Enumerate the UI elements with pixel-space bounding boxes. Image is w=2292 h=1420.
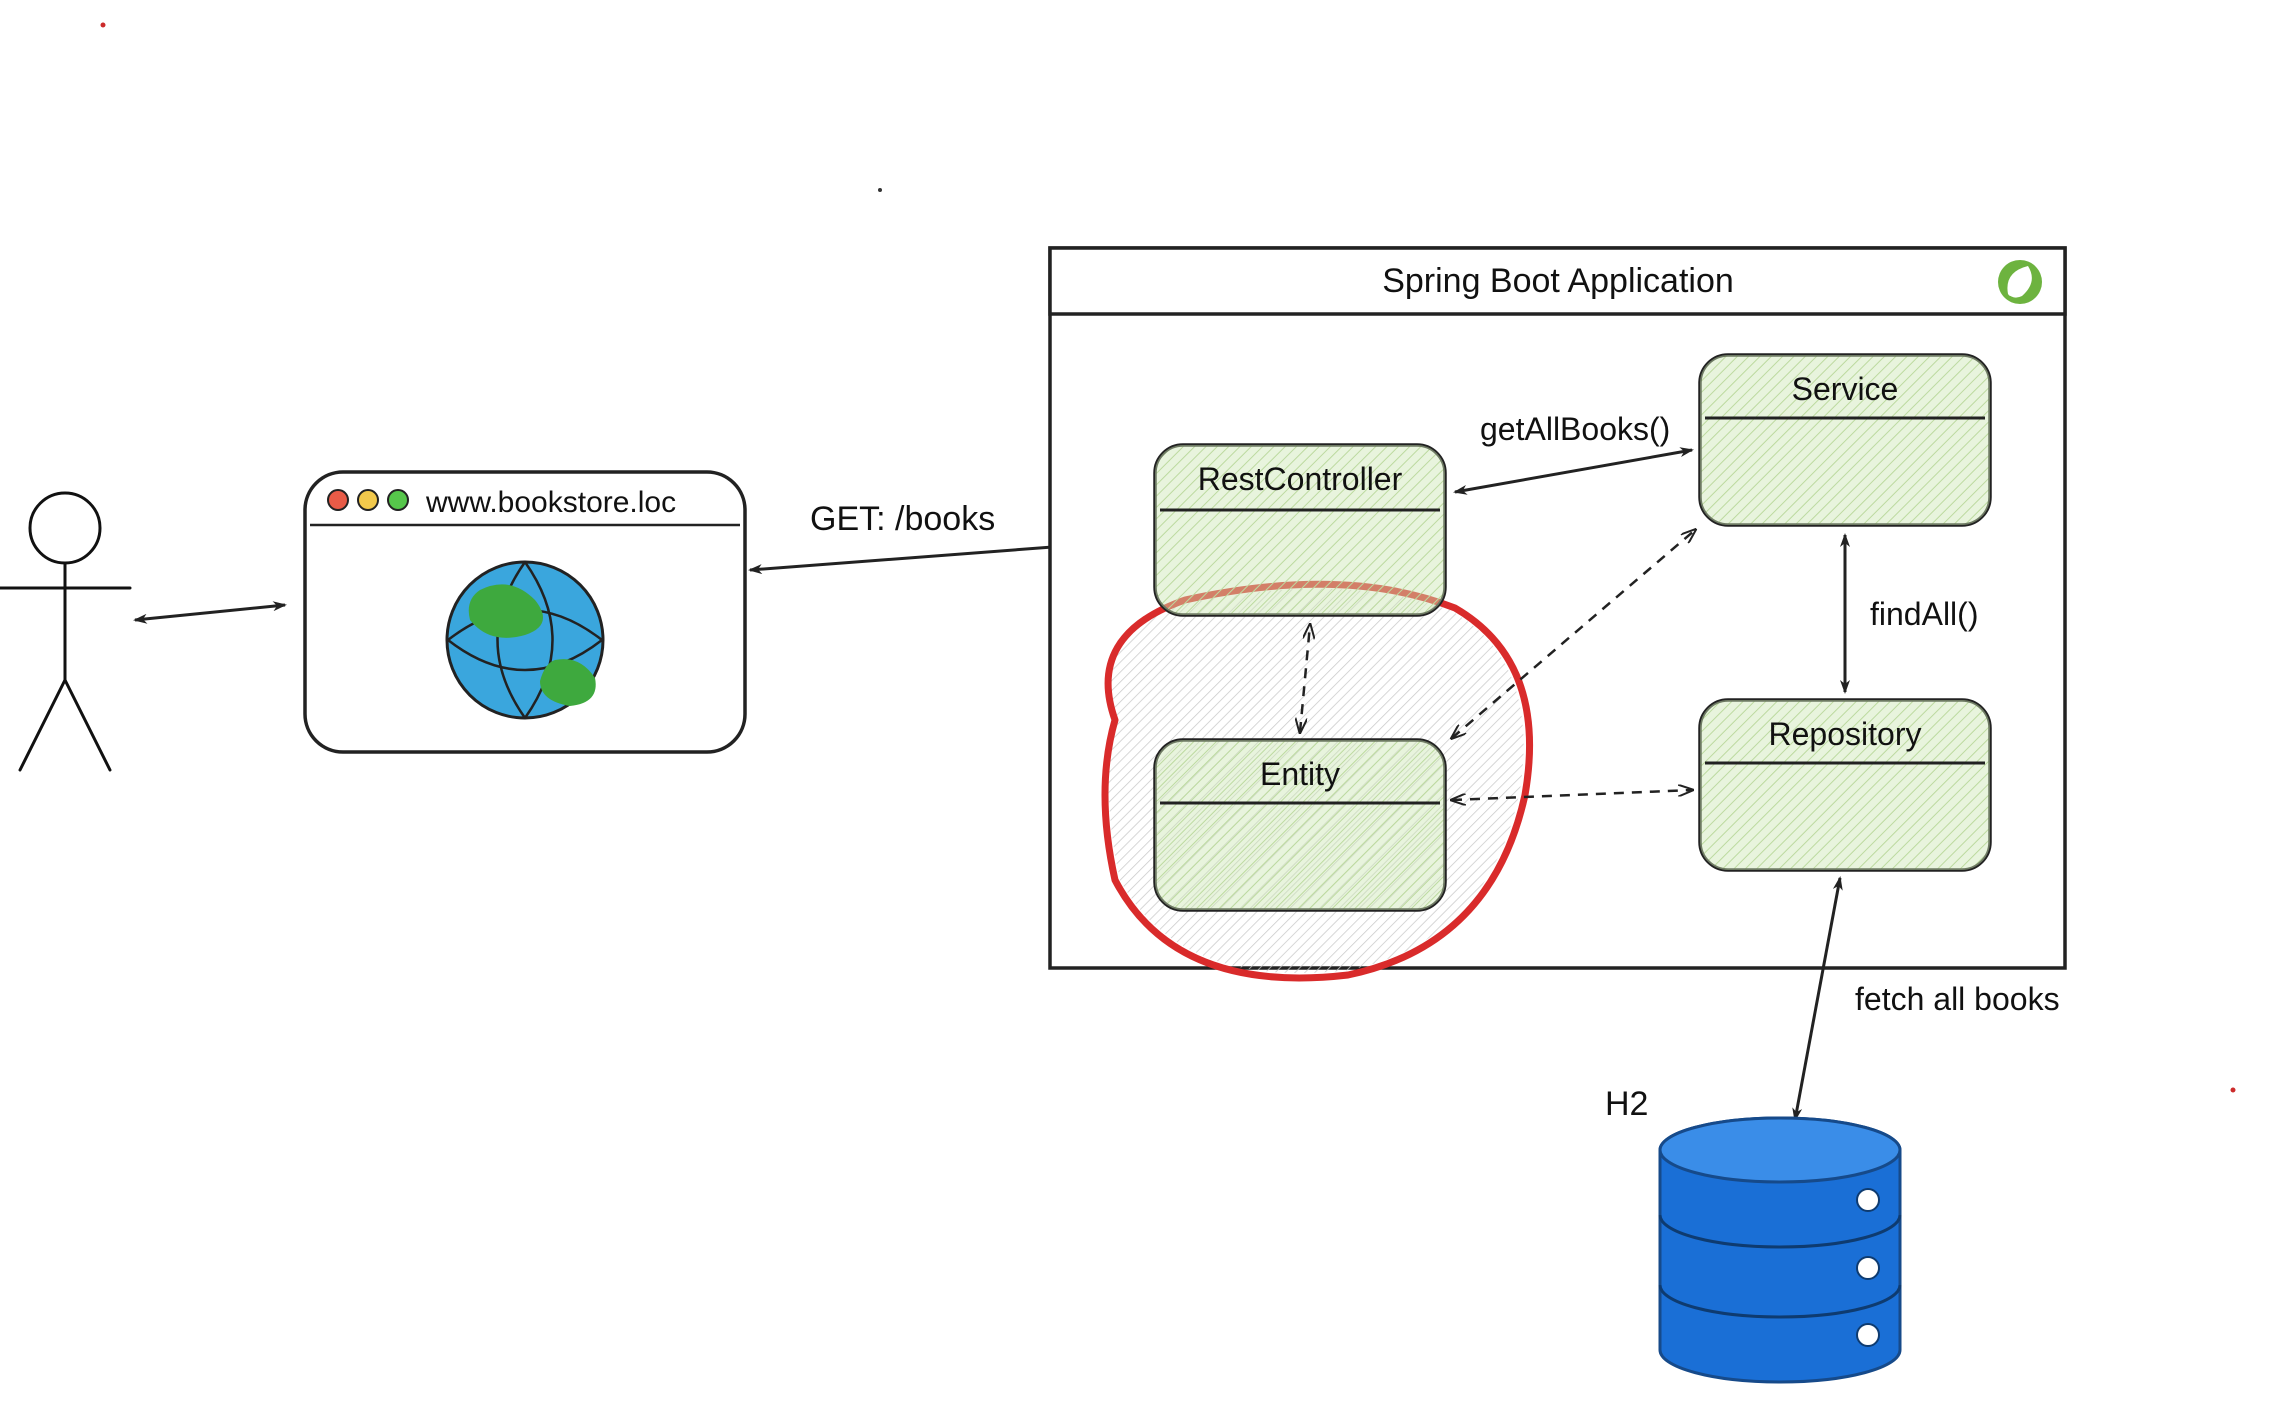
service-label: Service bbox=[1792, 371, 1899, 407]
window-minimize-icon bbox=[358, 490, 378, 510]
user-actor-icon bbox=[0, 493, 130, 770]
database-icon bbox=[1660, 1118, 1900, 1382]
entity-box: Entity bbox=[1155, 740, 1445, 910]
user-browser-arrow bbox=[135, 605, 285, 620]
repository-label: Repository bbox=[1769, 716, 1922, 752]
repository-box: Repository bbox=[1700, 700, 1990, 870]
window-close-icon bbox=[328, 490, 348, 510]
browser-window: www.bookstore.loc bbox=[305, 472, 745, 752]
entity-label: Entity bbox=[1260, 756, 1340, 792]
globe-icon bbox=[447, 562, 603, 718]
browser-url: www.bookstore.loc bbox=[425, 486, 676, 519]
database-label: H2 bbox=[1605, 1085, 1648, 1123]
app-container-title: Spring Boot Application bbox=[1382, 262, 1734, 300]
service-box: Service bbox=[1700, 355, 1990, 525]
rest-controller-label: RestController bbox=[1198, 461, 1403, 497]
rest-controller-box: RestController bbox=[1155, 445, 1445, 615]
service-repository-label: findAll() bbox=[1870, 596, 1978, 632]
http-request-label: GET: /books bbox=[810, 500, 995, 538]
window-maximize-icon bbox=[388, 490, 408, 510]
spring-icon bbox=[1998, 260, 2042, 304]
controller-service-label: getAllBooks() bbox=[1480, 411, 1670, 447]
repository-db-label: fetch all books bbox=[1855, 981, 2060, 1017]
